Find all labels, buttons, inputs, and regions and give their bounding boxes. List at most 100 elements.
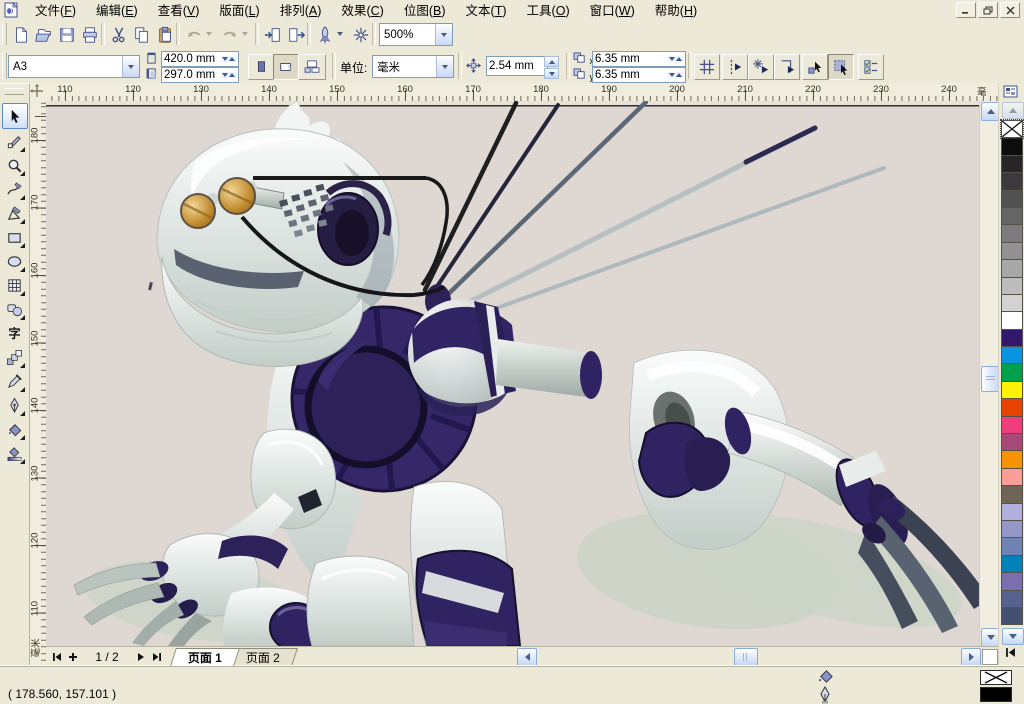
duplicate-y-spinner[interactable] bbox=[668, 72, 683, 78]
menu-item[interactable]: 文件(F) bbox=[25, 0, 86, 20]
zoom-level-combo[interactable]: 500% bbox=[379, 23, 453, 46]
next-page-button[interactable] bbox=[133, 649, 149, 664]
vertical-ruler[interactable]: 180170160150140130120110毫米 bbox=[29, 101, 47, 665]
last-page-button[interactable] bbox=[149, 649, 165, 664]
shape-tool[interactable] bbox=[2, 129, 26, 153]
menu-item[interactable]: 位图(B) bbox=[394, 0, 456, 20]
palette-swatch[interactable] bbox=[1001, 329, 1023, 347]
close-button[interactable] bbox=[1000, 2, 1020, 18]
palette-swatch[interactable] bbox=[1001, 555, 1023, 573]
smart-drawing-tool[interactable] bbox=[2, 201, 26, 225]
palette-swatch[interactable] bbox=[1001, 346, 1023, 364]
duplicate-x-spinner[interactable] bbox=[668, 56, 683, 62]
palette-swatch[interactable] bbox=[1001, 416, 1023, 434]
ellipse-tool[interactable] bbox=[2, 249, 26, 273]
open-icon[interactable] bbox=[31, 22, 56, 48]
palette-swatch[interactable] bbox=[1001, 590, 1023, 608]
horizontal-scrollbar[interactable] bbox=[517, 648, 979, 665]
nudge-spinner[interactable] bbox=[544, 56, 559, 79]
corel-online-icon[interactable] bbox=[348, 22, 373, 48]
snap-to-objects-button[interactable] bbox=[748, 54, 774, 80]
snap-to-page-button[interactable] bbox=[774, 54, 800, 80]
vertical-scrollbar[interactable] bbox=[979, 101, 999, 646]
menu-item[interactable]: 窗口(W) bbox=[580, 0, 645, 20]
palette-expand-icon[interactable] bbox=[1005, 647, 1016, 658]
duplicate-y-field[interactable]: 6.35 mm bbox=[592, 67, 686, 83]
outline-tool[interactable] bbox=[2, 393, 26, 417]
portrait-button[interactable] bbox=[248, 54, 274, 80]
scroll-right-icon[interactable] bbox=[961, 648, 981, 666]
new-icon[interactable] bbox=[8, 22, 33, 48]
palette-swatch[interactable] bbox=[1001, 607, 1023, 625]
menu-item[interactable]: 查看(V) bbox=[148, 0, 210, 20]
palette-scroll-up-icon[interactable] bbox=[1002, 102, 1024, 119]
print-icon[interactable] bbox=[77, 22, 102, 48]
set-default-page-button[interactable] bbox=[298, 54, 326, 80]
paper-height-field[interactable]: 297.0 mm bbox=[161, 67, 239, 83]
palette-swatch[interactable] bbox=[1001, 207, 1023, 225]
palette-swatch[interactable] bbox=[1001, 259, 1023, 277]
restore-button[interactable] bbox=[978, 2, 998, 18]
freehand-tool[interactable] bbox=[2, 177, 26, 201]
snap-to-guidelines-button[interactable] bbox=[722, 54, 748, 80]
interactive-blend-tool[interactable] bbox=[2, 345, 26, 369]
paper-width-spinner[interactable] bbox=[221, 56, 236, 62]
units-combo[interactable]: 毫米 bbox=[372, 55, 454, 78]
palette-swatch[interactable] bbox=[1001, 433, 1023, 451]
paste-icon[interactable] bbox=[152, 22, 177, 48]
menu-item[interactable]: 工具(O) bbox=[517, 0, 580, 20]
palette-swatch[interactable] bbox=[1001, 277, 1023, 295]
palette-swatch[interactable] bbox=[1001, 242, 1023, 260]
menu-item[interactable]: 编辑(E) bbox=[86, 0, 148, 20]
nudge-offset-field[interactable]: 2.54 mm bbox=[486, 56, 548, 76]
add-page-button[interactable] bbox=[65, 649, 81, 664]
outline-indicator-icon[interactable] bbox=[818, 686, 832, 704]
palette-swatch[interactable] bbox=[1001, 520, 1023, 538]
options-button[interactable] bbox=[858, 54, 884, 80]
zoom-tool[interactable] bbox=[2, 153, 26, 177]
palette-swatch[interactable] bbox=[1001, 450, 1023, 468]
palette-swatch[interactable] bbox=[1001, 311, 1023, 329]
outline-swatch[interactable] bbox=[980, 687, 1012, 702]
cut-icon[interactable] bbox=[106, 22, 131, 48]
graph-paper-tool[interactable] bbox=[2, 273, 26, 297]
units-combo-arrow-icon[interactable] bbox=[436, 56, 453, 77]
undo-dropdown-icon[interactable] bbox=[203, 22, 215, 46]
toolbox-grip[interactable] bbox=[5, 88, 24, 95]
menu-item[interactable]: 排列(A) bbox=[270, 0, 332, 20]
eyedropper-tool[interactable] bbox=[2, 369, 26, 393]
fill-indicator-icon[interactable] bbox=[816, 668, 835, 685]
paper-type-arrow-icon[interactable] bbox=[122, 56, 139, 77]
horizontal-ruler[interactable]: 1101201301401501601701801902002102202302… bbox=[46, 83, 998, 102]
toolbar-grip[interactable] bbox=[2, 23, 7, 45]
fill-swatch[interactable] bbox=[980, 670, 1012, 685]
text-tool[interactable]: 字 bbox=[2, 321, 26, 345]
propbar-grip[interactable] bbox=[2, 53, 7, 79]
palette-swatch[interactable] bbox=[1001, 363, 1023, 381]
import-icon[interactable] bbox=[260, 22, 285, 48]
duplicate-x-field[interactable]: 6.35 mm bbox=[592, 51, 686, 67]
no-fill-swatch[interactable] bbox=[1001, 120, 1023, 138]
palette-swatch[interactable] bbox=[1001, 172, 1023, 190]
paper-type-combo[interactable]: A3 bbox=[8, 55, 140, 78]
launcher-dropdown-icon[interactable] bbox=[334, 22, 346, 46]
drawing-canvas[interactable] bbox=[46, 101, 979, 646]
basic-shapes-tool[interactable] bbox=[2, 297, 26, 321]
ruler-origin[interactable] bbox=[29, 83, 47, 102]
palette-swatch[interactable] bbox=[1001, 485, 1023, 503]
first-page-button[interactable] bbox=[49, 649, 65, 664]
menu-item[interactable]: 版面(L) bbox=[209, 0, 269, 20]
treat-as-filled-button[interactable] bbox=[802, 54, 828, 80]
palette-swatch[interactable] bbox=[1001, 572, 1023, 590]
menu-item[interactable]: 帮助(H) bbox=[645, 0, 707, 20]
palette-swatch[interactable] bbox=[1001, 137, 1023, 155]
interactive-fill-tool[interactable] bbox=[2, 441, 26, 465]
zoom-combo-arrow-icon[interactable] bbox=[435, 24, 452, 45]
paper-height-spinner[interactable] bbox=[221, 72, 236, 78]
horizontal-scroll-thumb[interactable] bbox=[734, 648, 758, 666]
palette-swatch[interactable] bbox=[1001, 155, 1023, 173]
save-icon[interactable] bbox=[54, 22, 79, 48]
palette-scroll-down-icon[interactable] bbox=[1002, 628, 1024, 645]
copy-icon[interactable] bbox=[129, 22, 154, 48]
menu-item[interactable]: 效果(C) bbox=[331, 0, 393, 20]
